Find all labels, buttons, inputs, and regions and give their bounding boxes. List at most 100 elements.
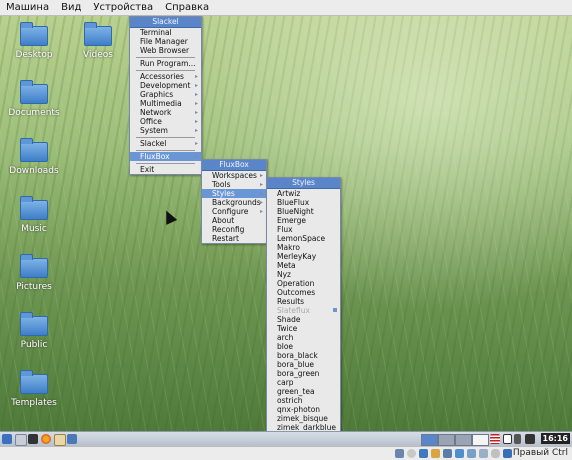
network-icon[interactable]	[455, 449, 464, 458]
root-menu-item-office[interactable]: Office	[130, 117, 201, 126]
workspace-3[interactable]	[455, 434, 472, 446]
clock[interactable]: 16:16	[540, 433, 570, 444]
menu-item-label: Flux	[277, 225, 293, 234]
capture-icon[interactable]	[479, 449, 488, 458]
desktop-icon-label: Desktop	[15, 50, 53, 60]
desktop-icon-pictures[interactable]: Pictures	[4, 254, 64, 292]
styles-menu-item-nyz[interactable]: Nyz	[267, 270, 340, 279]
styles-menu-item-outcomes[interactable]: Outcomes	[267, 288, 340, 297]
menu-item-label: Workspaces	[212, 171, 257, 180]
root-menu-item-terminal[interactable]: Terminal	[130, 28, 201, 37]
desktop-icon-label: Public	[20, 340, 48, 350]
fluxbox-menu-title[interactable]: FluxBox	[202, 160, 266, 171]
fluxbox-menu-item-configure[interactable]: Configure	[202, 207, 266, 216]
root-menu-item-slackel[interactable]: Slackel	[130, 139, 201, 148]
styles-menu-item-flux[interactable]: Flux	[267, 225, 340, 234]
file-manager-icon[interactable]	[15, 434, 27, 446]
vm-menu-view[interactable]: Вид	[55, 2, 87, 13]
desktop-icon-label: Documents	[8, 108, 60, 118]
desktop-icon-desktop[interactable]: Desktop	[4, 22, 64, 60]
root-menu-item-graphics[interactable]: Graphics	[130, 90, 201, 99]
workspace-1[interactable]	[421, 434, 438, 446]
styles-menu-item-slateflux[interactable]: Slateflux	[267, 306, 340, 315]
fluxbox-menu-item-restart[interactable]: Restart	[202, 234, 266, 243]
styles-menu-item-bora-black[interactable]: bora_black	[267, 351, 340, 360]
recording-icon[interactable]	[467, 449, 476, 458]
fluxbox-menu-item-backgrounds[interactable]: Backgrounds	[202, 198, 266, 207]
styles-menu-item-artwiz[interactable]: Artwiz	[267, 189, 340, 198]
workspace-2[interactable]	[438, 434, 455, 446]
menu-item-label: Operation	[277, 279, 315, 288]
styles-menu-item-bora-blue[interactable]: bora_blue	[267, 360, 340, 369]
menu-item-label: green_tea	[277, 387, 315, 396]
root-menu-item-multimedia[interactable]: Multimedia	[130, 99, 201, 108]
mouse-icon[interactable]	[491, 449, 500, 458]
styles-menu-item-meta[interactable]: Meta	[267, 261, 340, 270]
desktop-icon-public[interactable]: Public	[4, 312, 64, 350]
root-menu-item-development[interactable]: Development	[130, 81, 201, 90]
slackel-menu-icon[interactable]	[2, 434, 12, 444]
styles-menu-title[interactable]: Styles	[267, 178, 340, 189]
desktop-icon-documents[interactable]: Documents	[4, 80, 64, 118]
menu-item-label: LemonSpace	[277, 234, 326, 243]
styles-menu-item-bloe[interactable]: bloe	[267, 342, 340, 351]
root-menu-item-fluxbox[interactable]: FluxBox	[130, 152, 201, 161]
styles-menu-item-twice[interactable]: Twice	[267, 324, 340, 333]
terminal-icon[interactable]	[28, 434, 38, 444]
styles-menu-item-qnx-photon[interactable]: qnx-photon	[267, 405, 340, 414]
network-icon[interactable]	[525, 434, 535, 444]
styles-menu-item-zimek-bisque[interactable]: zimek_bisque	[267, 414, 340, 423]
styles-menu-item-results[interactable]: Results	[267, 297, 340, 306]
display-icon[interactable]	[443, 449, 452, 458]
usb-icon[interactable]	[419, 449, 428, 458]
cd-icon[interactable]	[407, 449, 416, 458]
fluxbox-menu-item-about[interactable]: About	[202, 216, 266, 225]
desktop-icon-templates[interactable]: Templates	[4, 370, 64, 408]
styles-menu-item-blueflux[interactable]: BlueFlux	[267, 198, 340, 207]
desktop-icon-music[interactable]: Music	[4, 196, 64, 234]
root-menu-item-system[interactable]: System	[130, 126, 201, 135]
menu-item-label: bora_black	[277, 351, 318, 360]
shared-folder-icon[interactable]	[431, 449, 440, 458]
p-icon[interactable]	[503, 434, 512, 444]
arrow-down-icon[interactable]	[503, 449, 512, 458]
hdd-icon[interactable]	[395, 449, 404, 458]
styles-menu-item-bora-green[interactable]: bora_green	[267, 369, 340, 378]
styles-menu-item-shade[interactable]: Shade	[267, 315, 340, 324]
root-menu-title[interactable]: Slackel	[130, 17, 201, 28]
styles-menu-item-ostrich[interactable]: ostrich	[267, 396, 340, 405]
styles-menu-item-emerge[interactable]: Emerge	[267, 216, 340, 225]
root-menu-item-web-browser[interactable]: Web Browser	[130, 46, 201, 55]
fluxbox-menu-item-tools[interactable]: Tools	[202, 180, 266, 189]
volume-icon[interactable]	[514, 434, 521, 444]
styles-menu-item-operation[interactable]: Operation	[267, 279, 340, 288]
vm-menu-machine[interactable]: Машина	[0, 2, 55, 13]
styles-menu-item-arch[interactable]: arch	[267, 333, 340, 342]
fluxbox-menu-item-workspaces[interactable]: Workspaces	[202, 171, 266, 180]
root-menu-item-file-manager[interactable]: File Manager	[130, 37, 201, 46]
vm-menu-help[interactable]: Справка	[159, 2, 215, 13]
styles-menu-item-green-tea[interactable]: green_tea	[267, 387, 340, 396]
root-menu-item-network[interactable]: Network	[130, 108, 201, 117]
styles-menu-item-merleykay[interactable]: MerleyKay	[267, 252, 340, 261]
workspace-4[interactable]	[472, 434, 489, 446]
desktop-icon-downloads[interactable]: Downloads	[4, 138, 64, 176]
show-desktop-icon[interactable]	[67, 434, 77, 444]
fluxbox-menu-item-styles[interactable]: Styles	[202, 189, 266, 198]
root-menu-item-exit[interactable]: Exit	[130, 165, 201, 174]
root-menu-item-run-program[interactable]: Run Program...	[130, 59, 201, 68]
editor-icon[interactable]	[54, 434, 66, 446]
firefox-icon[interactable]	[41, 434, 51, 444]
us-flag-icon[interactable]	[490, 434, 500, 444]
styles-menu-item-carp[interactable]: carp	[267, 378, 340, 387]
desktop-icon-videos[interactable]: Videos	[68, 22, 128, 60]
styles-menu-item-bluenight[interactable]: BlueNight	[267, 207, 340, 216]
vm-menu-devices[interactable]: Устройства	[87, 2, 159, 13]
fluxbox-menu-item-reconfig[interactable]: Reconfig	[202, 225, 266, 234]
menu-item-label: Exit	[140, 165, 155, 174]
styles-menu-item-makro[interactable]: Makro	[267, 243, 340, 252]
folder-icon	[20, 312, 48, 336]
root-menu-item-accessories[interactable]: Accessories	[130, 72, 201, 81]
menu-item-label: BlueFlux	[277, 198, 310, 207]
styles-menu-item-lemonspace[interactable]: LemonSpace	[267, 234, 340, 243]
